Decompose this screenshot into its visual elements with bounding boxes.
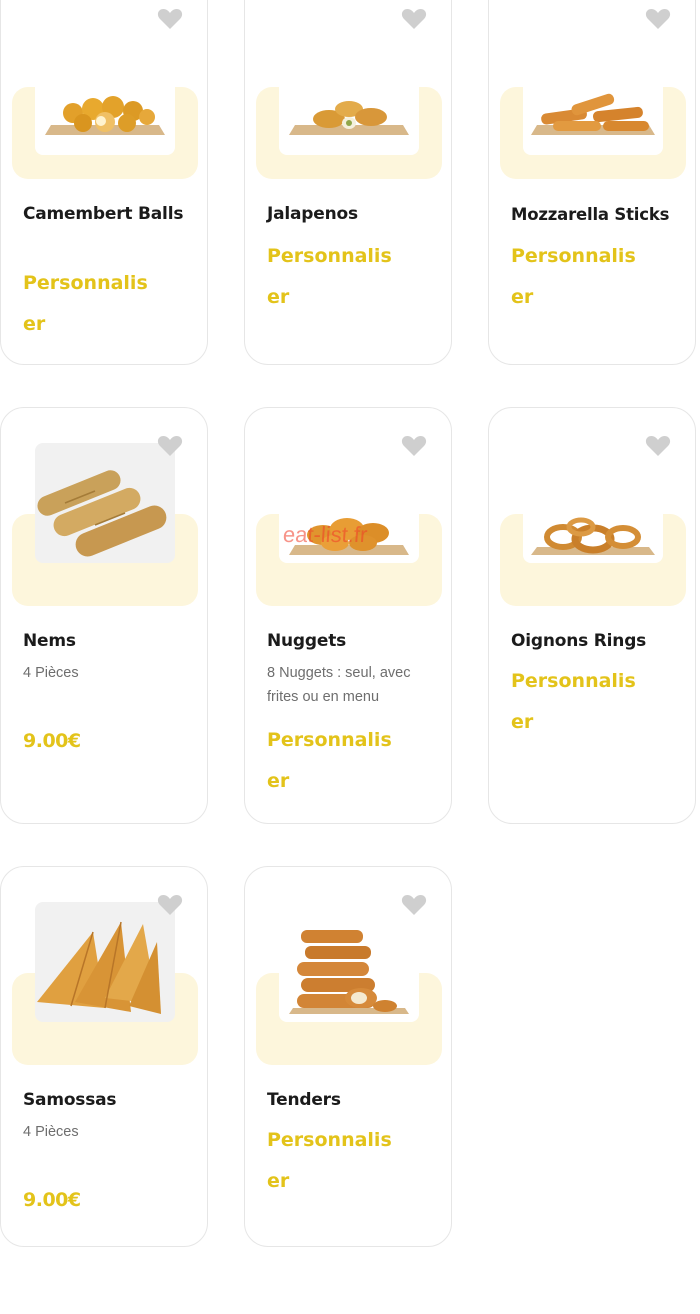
watermark: eat-list.fr [282, 522, 369, 547]
favorite-heart-icon[interactable] [645, 434, 671, 458]
tenders-photo [279, 902, 419, 1022]
favorite-heart-icon[interactable] [645, 7, 671, 31]
product-card-nems[interactable]: Nems 4 Pièces 9.00€ [0, 407, 208, 824]
favorite-heart-icon[interactable] [401, 434, 427, 458]
favorite-heart-icon[interactable] [157, 434, 183, 458]
product-image-area: eat-list.fr [245, 408, 451, 608]
samossas-photo [35, 902, 175, 1022]
product-image-area [489, 0, 695, 179]
product-title: Jalapenos [267, 204, 358, 224]
product-card-jalapenos[interactable]: Jalapenos Personnaliser [244, 0, 452, 365]
customize-link[interactable]: Personnaliser [267, 720, 397, 802]
product-image-area [1, 0, 207, 179]
product-description: 4 Pièces [23, 665, 79, 681]
product-image-area [1, 408, 207, 608]
product-card-onion-rings[interactable]: Oignons Rings Personnaliser [488, 407, 696, 824]
favorite-heart-icon[interactable] [157, 893, 183, 917]
customize-link[interactable]: Personnaliser [267, 236, 397, 318]
product-card-samossas[interactable]: Samossas 4 Pièces 9.00€ [0, 866, 208, 1247]
favorite-heart-icon[interactable] [401, 7, 427, 31]
product-image-area [1, 867, 207, 1067]
nems-photo [35, 443, 175, 563]
product-title: Tenders [267, 1090, 341, 1110]
mozzarella-sticks-photo [523, 35, 663, 155]
product-image-area [245, 0, 451, 179]
customize-link[interactable]: Personnaliser [511, 236, 641, 318]
product-title: Samossas [23, 1090, 117, 1110]
product-price: 9.00€ [23, 730, 81, 752]
product-card-mozzarella-sticks[interactable]: Mozzarella Sticks Personnaliser [488, 0, 696, 365]
product-description: 8 Nuggets : seul, avec frites ou en menu [267, 665, 411, 705]
product-title: Oignons Rings [511, 631, 647, 651]
product-image-area [489, 408, 695, 608]
product-image-area [245, 867, 451, 1067]
product-card-nuggets[interactable]: eat-list.fr Nuggets 8 Nuggets : seul, av… [244, 407, 452, 824]
favorite-heart-icon[interactable] [401, 893, 427, 917]
customize-link[interactable]: Personnaliser [23, 263, 153, 345]
jalapenos-photo [279, 35, 419, 155]
product-price: 9.00€ [23, 1189, 81, 1211]
camembert-balls-photo [35, 35, 175, 155]
product-title: Nems [23, 631, 76, 651]
product-title: Nuggets [267, 631, 347, 651]
customize-link[interactable]: Personnaliser [267, 1120, 397, 1202]
favorite-heart-icon[interactable] [157, 7, 183, 31]
product-title: Mozzarella Sticks [511, 205, 670, 224]
customize-link[interactable]: Personnaliser [511, 661, 641, 743]
product-card-tenders[interactable]: Tenders Personnaliser [244, 866, 452, 1247]
product-description: 4 Pièces [23, 1124, 79, 1140]
product-title: Camembert Balls [23, 204, 184, 224]
product-card-camembert-balls[interactable]: Camembert Balls Personnaliser [0, 0, 208, 365]
onion-rings-photo [523, 443, 663, 563]
